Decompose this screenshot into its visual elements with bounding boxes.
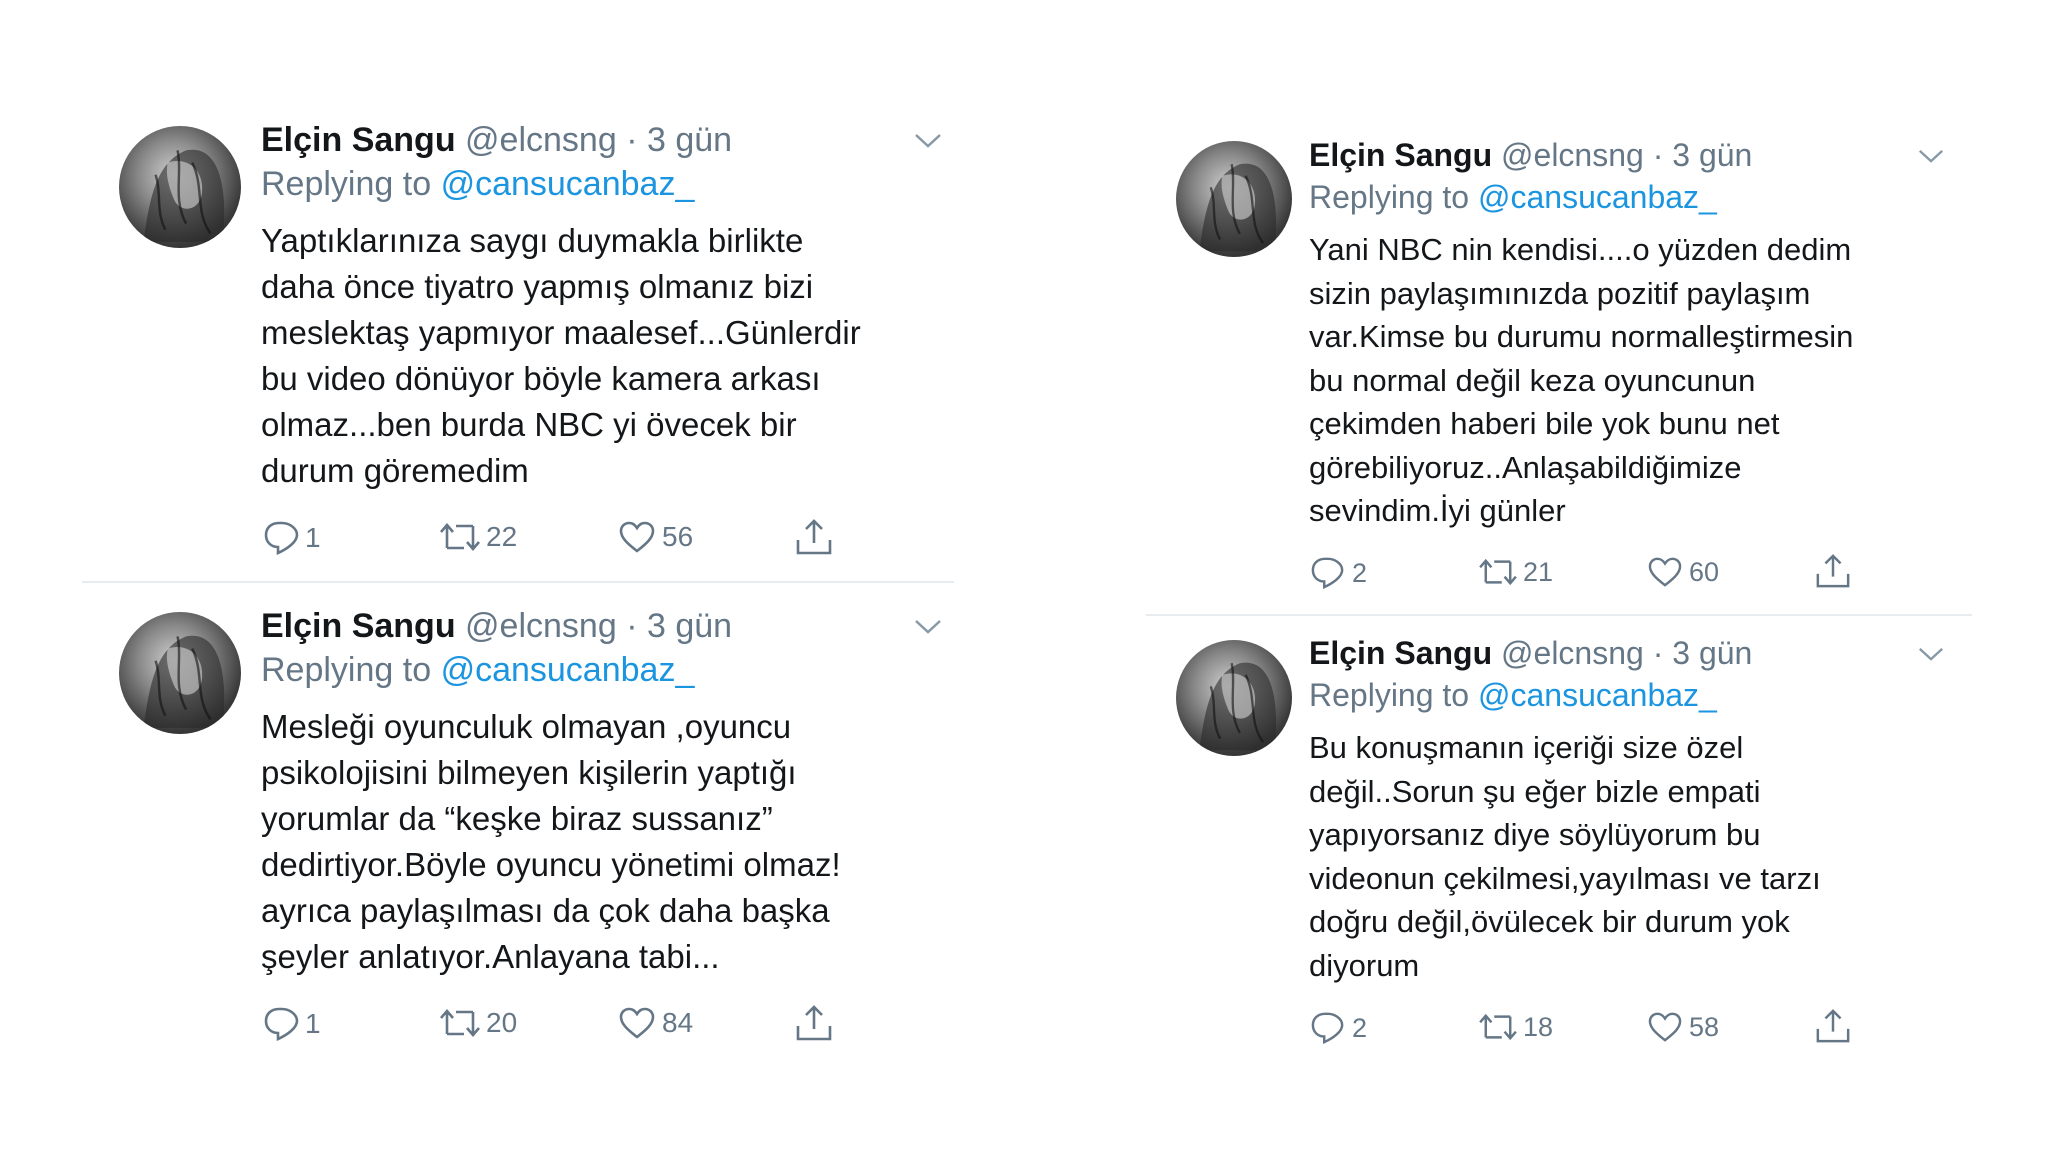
- portrait-image: [1199, 662, 1277, 751]
- reply-count: 2: [1352, 1012, 1368, 1043]
- tweet-text-line: değil..Sorun şu eğer bizle empati: [1309, 773, 1761, 809]
- retweet-button[interactable]: 18: [1477, 1011, 1553, 1043]
- separator-dot: ·: [1652, 635, 1664, 671]
- share-button[interactable]: [1814, 1008, 1852, 1044]
- retweet-icon: [1479, 1013, 1517, 1041]
- mention-link[interactable]: @cansucanbaz_: [1478, 677, 1717, 713]
- avatar[interactable]: [1176, 640, 1292, 756]
- tweet-text-line: videonun çekilmesi,yayılması ve tarzı: [1309, 860, 1821, 896]
- heart-icon: [1648, 1012, 1682, 1042]
- author-name[interactable]: Elçin Sangu: [1309, 635, 1492, 671]
- share-icon: [1816, 1009, 1850, 1043]
- tweet-text-line: yapıyorsanız diye söylüyorum bu: [1309, 817, 1761, 852]
- reply-icon: [1311, 1012, 1344, 1045]
- tweet-text-line: doğru değil,övülecek bir durum yok: [1309, 904, 1790, 939]
- tweet-time[interactable]: 3 gün: [1672, 635, 1752, 671]
- replying-prefix: Replying to: [1309, 677, 1470, 713]
- chevron-down-icon[interactable]: [1917, 646, 1945, 668]
- author-handle[interactable]: @elcnsng: [1501, 635, 1644, 671]
- tweet-text-line: Bu konuşmanın içeriği size özel: [1309, 730, 1744, 765]
- like-button[interactable]: 58: [1647, 1011, 1719, 1043]
- replying-to: Replying to @cansucanbaz_: [1309, 676, 1969, 720]
- tweet-text: Bu konuşmanın içeriği size özel değil..S…: [1309, 726, 1969, 987]
- like-count: 58: [1689, 1011, 1720, 1042]
- reply-button[interactable]: 2: [1310, 1011, 1367, 1045]
- tweet-card: Elçin Sangu @elcnsng · 3 gün Replying to…: [0, 0, 2048, 1152]
- retweet-count: 18: [1523, 1011, 1554, 1042]
- tweet-text-line: diyorum: [1309, 947, 1420, 983]
